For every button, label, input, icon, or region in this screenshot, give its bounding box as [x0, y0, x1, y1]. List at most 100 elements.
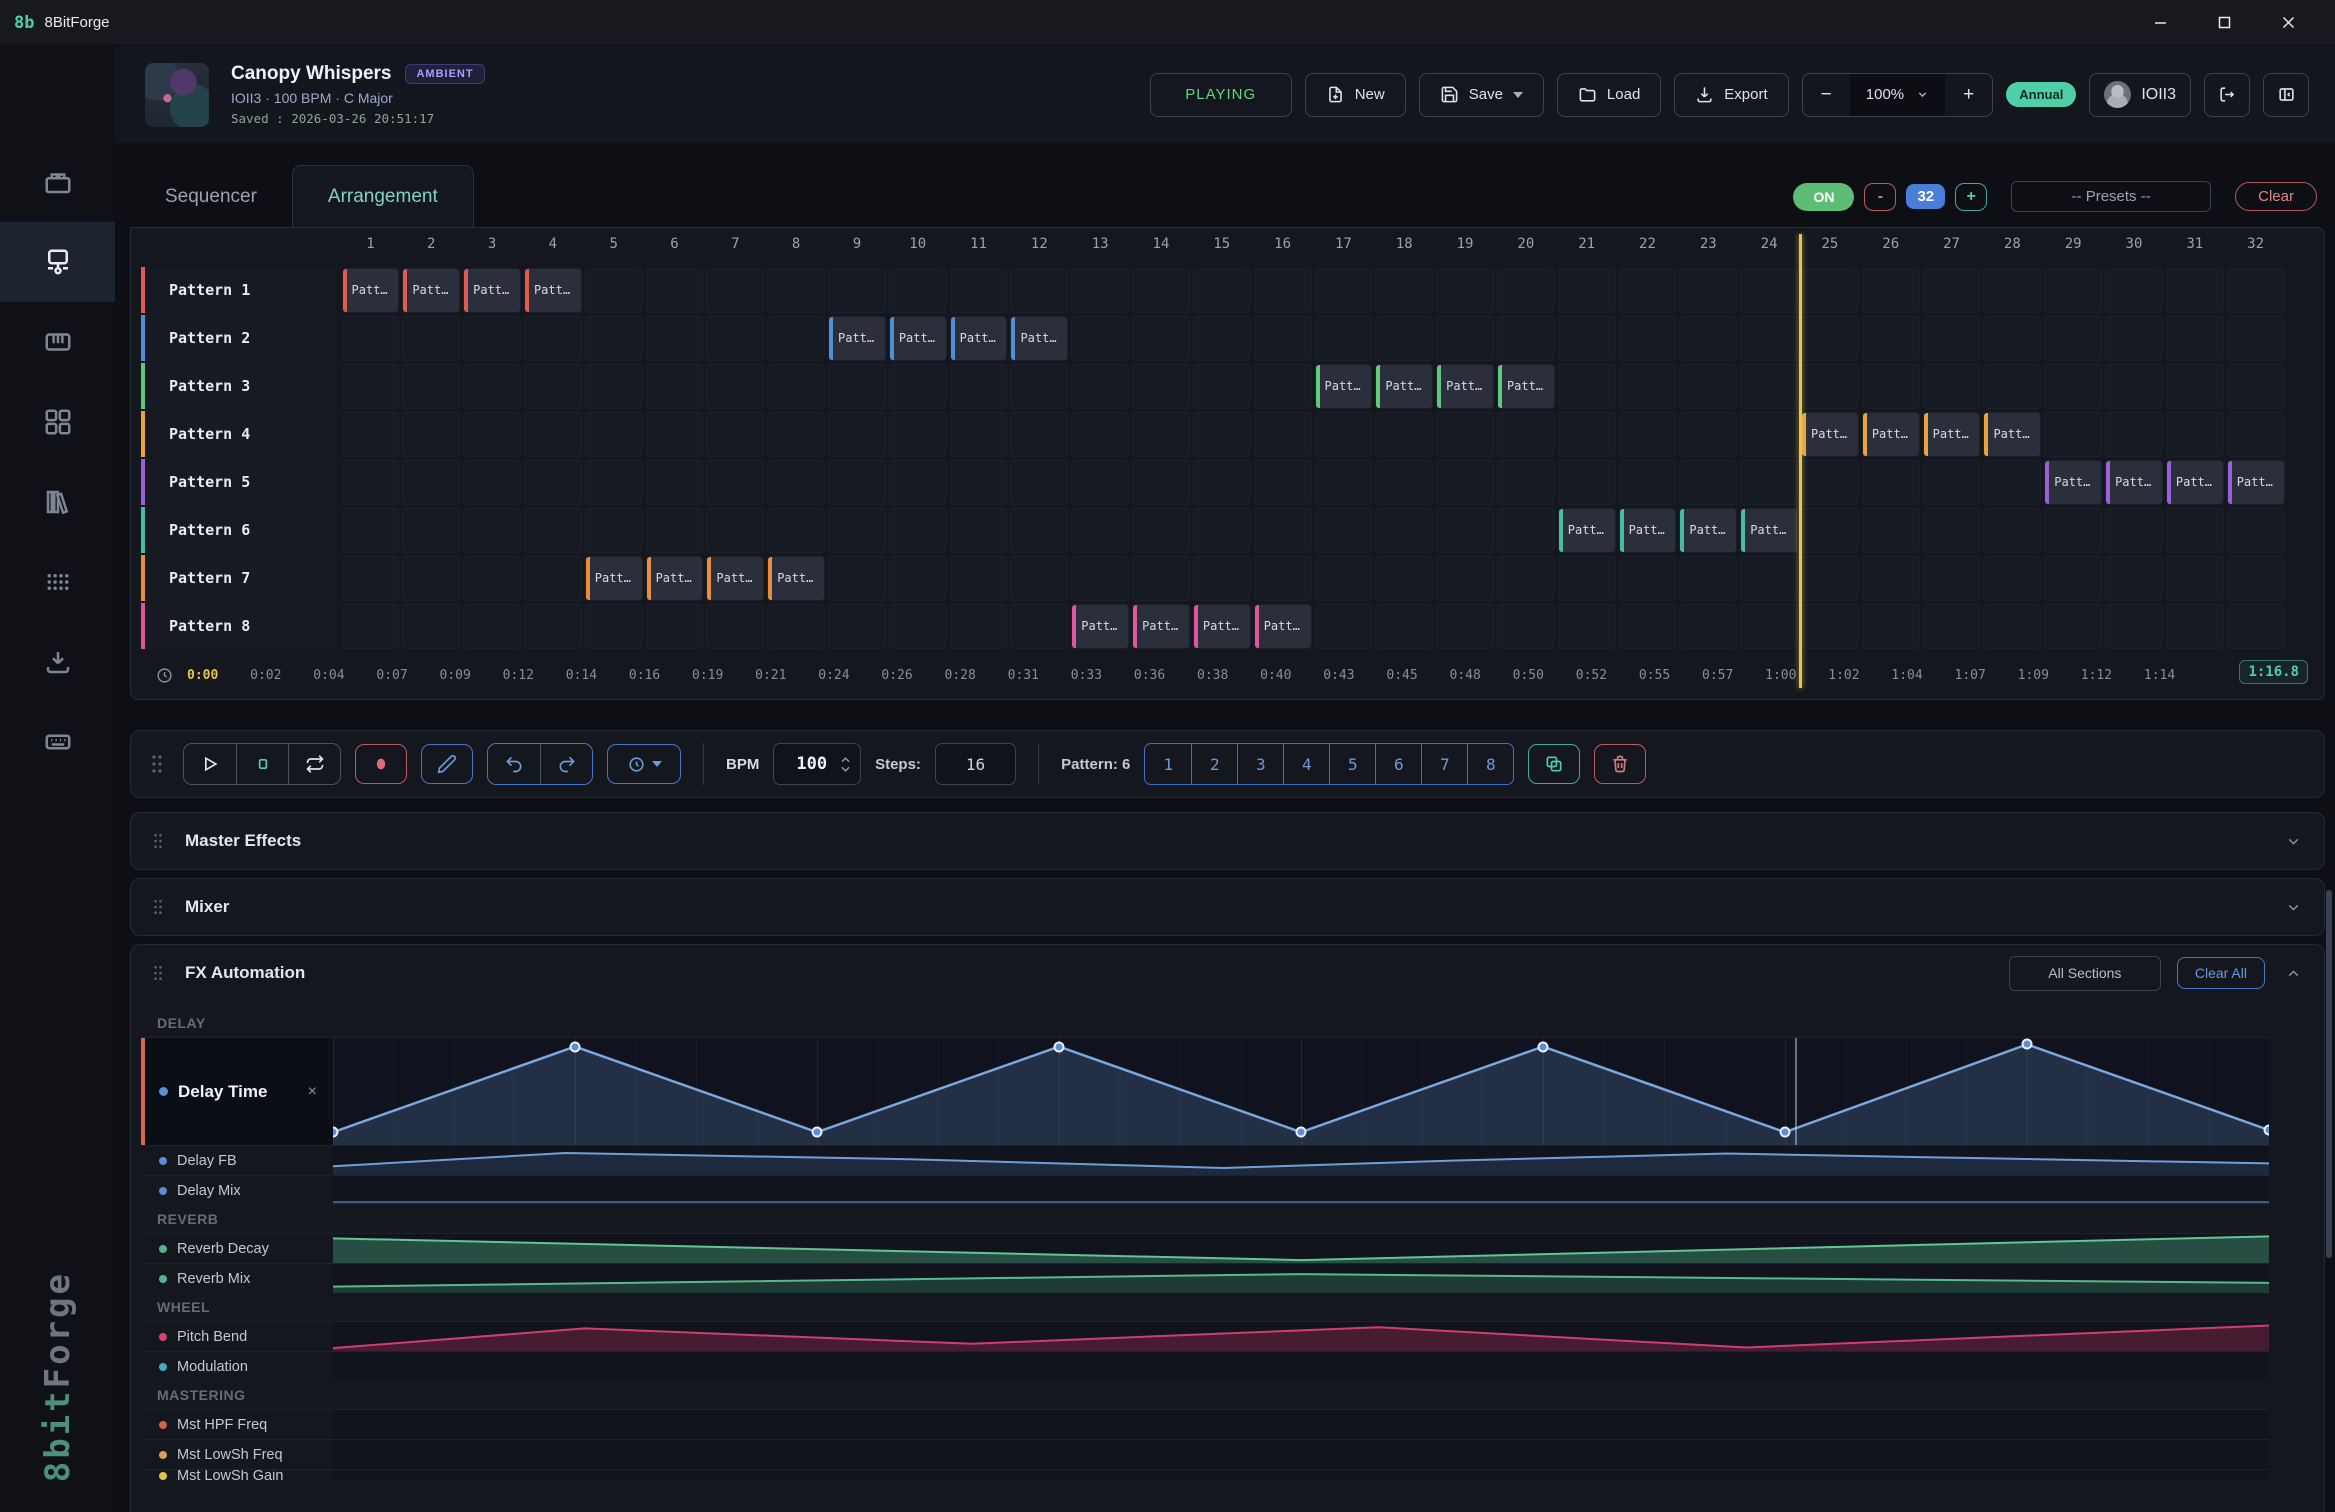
grid-cell[interactable] [1558, 364, 1616, 409]
grid-cell[interactable] [1862, 508, 1920, 553]
grid-cell[interactable] [1436, 268, 1494, 313]
grid-cell[interactable] [1740, 604, 1798, 649]
minimize-icon[interactable] [2145, 8, 2175, 38]
grid-cell[interactable] [1801, 604, 1859, 649]
grid-cell[interactable] [767, 508, 825, 553]
playhead[interactable] [1799, 234, 1802, 688]
grid-cell[interactable] [1740, 316, 1798, 361]
automation-lane-mst-hpf-freq[interactable]: Mst HPF Freq [141, 1409, 2269, 1439]
pattern-block[interactable]: Patt… [829, 317, 885, 360]
pattern-block[interactable]: Patt… [1194, 605, 1250, 648]
grid-cell[interactable] [706, 268, 764, 313]
grid-cell[interactable] [402, 604, 460, 649]
grid-cell[interactable] [1983, 556, 2041, 601]
pattern-block[interactable]: Patt… [1863, 413, 1919, 456]
pattern-block[interactable]: Patt… [525, 269, 581, 312]
grid-cell[interactable] [1010, 556, 1068, 601]
grid-cell[interactable] [1375, 556, 1433, 601]
grid-cell[interactable] [1862, 556, 1920, 601]
pattern-block[interactable]: Patt… [1924, 413, 1980, 456]
grid-cell[interactable] [402, 556, 460, 601]
grid-cell[interactable] [1740, 268, 1798, 313]
grid-cell[interactable] [646, 316, 704, 361]
grid-cell[interactable] [950, 508, 1008, 553]
fx-automation-header[interactable]: FX Automation All Sections Clear All [131, 945, 2324, 1001]
bpm-stepper[interactable] [841, 757, 860, 772]
grid-cell[interactable] [1436, 604, 1494, 649]
pattern-button-3[interactable]: 3 [1237, 744, 1283, 784]
grid-cell[interactable] [1010, 460, 1068, 505]
grid-cell[interactable] [1436, 412, 1494, 457]
play-button[interactable] [184, 744, 236, 784]
edit-pencil-button[interactable] [421, 744, 473, 784]
pattern-block[interactable]: Patt… [1133, 605, 1189, 648]
grid-cell[interactable] [1679, 316, 1737, 361]
grid-cell[interactable] [1132, 508, 1190, 553]
grid-cell[interactable] [646, 268, 704, 313]
automation-lane-reverb-mix[interactable]: Reverb Mix [141, 1263, 2269, 1293]
grid-cell[interactable] [1619, 460, 1677, 505]
grid-cell[interactable] [1862, 316, 1920, 361]
presets-dropdown[interactable]: -- Presets -- [2011, 181, 2211, 212]
grid-cell[interactable] [1071, 508, 1129, 553]
grid-cell[interactable] [1801, 508, 1859, 553]
grid-cell[interactable] [1497, 556, 1555, 601]
grid-cell[interactable] [524, 508, 582, 553]
grid-cell[interactable] [1132, 316, 1190, 361]
grid-cell[interactable] [1254, 460, 1312, 505]
grid-cell[interactable] [1619, 268, 1677, 313]
pattern-button-5[interactable]: 5 [1329, 744, 1375, 784]
timer-dropdown-button[interactable] [607, 744, 681, 784]
grid-cell[interactable]: Patt… [1619, 508, 1677, 553]
grid-cell[interactable] [950, 604, 1008, 649]
pattern-block[interactable]: Patt… [2045, 461, 2101, 504]
grid-cell[interactable] [1679, 364, 1737, 409]
grid-cell[interactable] [524, 316, 582, 361]
close-icon[interactable]: × [308, 1083, 317, 1101]
grid-cell[interactable] [1254, 556, 1312, 601]
grid-cell[interactable]: Patt… [1132, 604, 1190, 649]
grid-cell[interactable] [1375, 508, 1433, 553]
new-button[interactable]: New [1305, 73, 1406, 117]
collapse-panel-button[interactable] [2263, 73, 2309, 117]
grid-cell[interactable] [2227, 412, 2285, 457]
bars-decrease-button[interactable]: - [1864, 183, 1896, 211]
automation-point[interactable] [1780, 1127, 1791, 1138]
grid-cell[interactable] [2166, 604, 2224, 649]
grid-cell[interactable] [1071, 556, 1129, 601]
grid-cell[interactable] [1010, 412, 1068, 457]
pattern-block[interactable]: Patt… [1011, 317, 1067, 360]
pattern-row-label[interactable]: Pattern 6 [141, 507, 336, 553]
grid-cell[interactable] [706, 364, 764, 409]
grid-cell[interactable] [2044, 268, 2102, 313]
grid-cell[interactable] [1923, 508, 1981, 553]
grid-cell[interactable] [767, 316, 825, 361]
grid-cell[interactable] [646, 508, 704, 553]
grid-cell[interactable] [889, 412, 947, 457]
grid-cell[interactable] [1558, 460, 1616, 505]
grid-cell[interactable] [1923, 604, 1981, 649]
grid-cell[interactable] [1436, 508, 1494, 553]
duplicate-pattern-button[interactable] [1528, 744, 1580, 784]
grid-cell[interactable] [1010, 364, 1068, 409]
grid-cell[interactable]: Patt… [950, 316, 1008, 361]
pattern-row-label[interactable]: Pattern 2 [141, 315, 336, 361]
automation-point[interactable] [1054, 1041, 1065, 1052]
master-effects-panel[interactable]: Master Effects [130, 812, 2325, 870]
grid-cell[interactable] [2166, 412, 2224, 457]
drag-handle-icon[interactable] [153, 832, 163, 850]
stop-button[interactable] [236, 744, 288, 784]
grid-cell[interactable] [1254, 364, 1312, 409]
grid-cell[interactable] [767, 460, 825, 505]
clear-arrangement-button[interactable]: Clear [2235, 182, 2317, 211]
pattern-block[interactable]: Patt… [1437, 365, 1493, 408]
grid-cell[interactable]: Patt… [1071, 604, 1129, 649]
automation-graph[interactable] [333, 1352, 2269, 1381]
logout-button[interactable] [2204, 73, 2250, 117]
grid-cell[interactable] [1071, 316, 1129, 361]
grid-cell[interactable] [402, 412, 460, 457]
grid-cell[interactable] [1132, 460, 1190, 505]
chevron-down-icon[interactable] [2285, 833, 2302, 850]
pattern-block[interactable]: Patt… [951, 317, 1007, 360]
pattern-block[interactable]: Patt… [1802, 413, 1858, 456]
